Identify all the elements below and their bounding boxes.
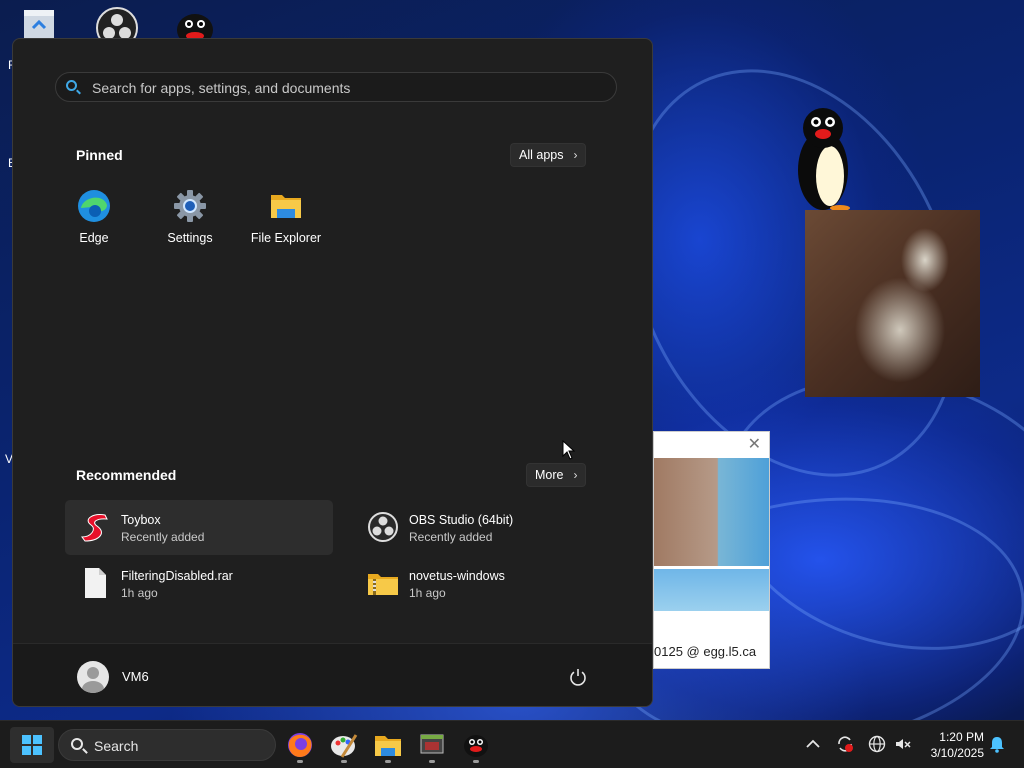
- recommended-item-name: novetus-windows: [409, 569, 505, 583]
- recommended-item-name: FilteringDisabled.rar: [121, 569, 233, 583]
- search-icon: [71, 738, 83, 750]
- start-menu: Pinned All apps › Edge: [12, 38, 653, 707]
- volume-muted-icon[interactable]: [894, 735, 912, 753]
- taskbar-firefox[interactable]: [284, 729, 316, 763]
- clock-time: 1:20 PM: [939, 730, 984, 744]
- gear-icon: [173, 189, 207, 223]
- folder-icon: [269, 189, 303, 223]
- clock-date: 3/10/2025: [930, 746, 984, 760]
- start-button[interactable]: [10, 727, 54, 763]
- chevron-right-icon: ›: [573, 148, 578, 162]
- recommended-item-novetus-windows[interactable]: novetus-windows 1h ago: [353, 556, 621, 611]
- all-apps-button[interactable]: All apps ›: [510, 143, 587, 167]
- recommended-item-subtitle: Recently added: [121, 530, 205, 544]
- toybox-icon: [79, 511, 111, 543]
- mouse-cursor-icon: [562, 439, 576, 460]
- pinned-title: Pinned: [76, 147, 123, 163]
- taskbar-search[interactable]: Search: [58, 729, 276, 761]
- popup-banner: [654, 569, 769, 611]
- pinned-app-label: Settings: [167, 231, 213, 245]
- running-indicator: [429, 760, 435, 763]
- pinned-app-file-explorer[interactable]: File Explorer: [241, 189, 331, 249]
- recommended-title: Recommended: [76, 467, 177, 483]
- running-indicator: [341, 760, 347, 763]
- start-search-input[interactable]: [90, 78, 594, 98]
- search-icon: [66, 80, 77, 91]
- rat-image: [805, 210, 980, 397]
- sync-icon[interactable]: [836, 735, 854, 753]
- power-icon[interactable]: [569, 668, 587, 686]
- recommended-item-obs[interactable]: OBS Studio (64bit) Recently added: [353, 500, 621, 555]
- taskbar: Search 1:20 PM 3/10/2025: [0, 720, 1024, 768]
- popup-thumbnail: [654, 458, 769, 566]
- start-menu-footer: VM6: [13, 643, 652, 706]
- obs-icon: [367, 511, 399, 543]
- penguin-icon: [464, 735, 488, 757]
- clock[interactable]: 1:20 PM 3/10/2025: [920, 729, 984, 761]
- windows-logo-icon: [22, 735, 42, 755]
- pinned-app-settings[interactable]: Settings: [145, 189, 235, 249]
- chevron-up-icon[interactable]: [804, 735, 822, 753]
- folder-icon: [375, 736, 401, 756]
- recommended-item-subtitle: 1h ago: [409, 586, 446, 600]
- avatar[interactable]: [77, 661, 109, 693]
- app-window-icon: [420, 734, 444, 754]
- taskbar-penguin-app[interactable]: [460, 729, 492, 763]
- taskbar-paint[interactable]: [328, 729, 360, 763]
- taskbar-file-explorer[interactable]: [372, 729, 404, 763]
- more-button[interactable]: More ›: [526, 463, 587, 487]
- recommended-item-name: OBS Studio (64bit): [409, 513, 514, 527]
- recommended-item-subtitle: 1h ago: [121, 586, 158, 600]
- pinned-app-label: File Explorer: [250, 231, 322, 245]
- chevron-right-icon: ›: [573, 468, 578, 482]
- popup-caption: 0125 @ egg.l5.ca: [654, 644, 757, 659]
- palette-icon: [331, 734, 358, 758]
- recommended-item-name: Toybox: [121, 513, 161, 527]
- notification-bell-icon[interactable]: [988, 735, 1006, 753]
- zip-folder-icon: [367, 567, 399, 599]
- all-apps-label: All apps: [519, 148, 564, 162]
- pinned-app-edge[interactable]: Edge: [49, 189, 139, 249]
- recommended-item-toybox[interactable]: Toybox Recently added: [65, 500, 333, 555]
- running-indicator: [297, 760, 303, 763]
- globe-icon[interactable]: [868, 735, 886, 753]
- more-label: More: [535, 468, 564, 482]
- taskbar-app-window[interactable]: [416, 729, 448, 763]
- user-name[interactable]: VM6: [122, 669, 149, 684]
- file-icon: [79, 567, 111, 599]
- running-indicator: [473, 760, 479, 763]
- edge-icon: [77, 189, 111, 223]
- pinned-app-label: Edge: [79, 231, 109, 245]
- recommended-item-filteringdisabled[interactable]: FilteringDisabled.rar 1h ago: [65, 556, 333, 611]
- close-icon[interactable]: ✕: [748, 434, 761, 454]
- penguin-image: [796, 104, 850, 212]
- popup-window: ✕ 0125 @ egg.l5.ca: [653, 431, 770, 669]
- running-indicator: [385, 760, 391, 763]
- taskbar-search-label: Search: [94, 738, 139, 754]
- recommended-item-subtitle: Recently added: [409, 530, 493, 544]
- start-search-box[interactable]: [55, 72, 617, 102]
- firefox-icon: [288, 733, 312, 757]
